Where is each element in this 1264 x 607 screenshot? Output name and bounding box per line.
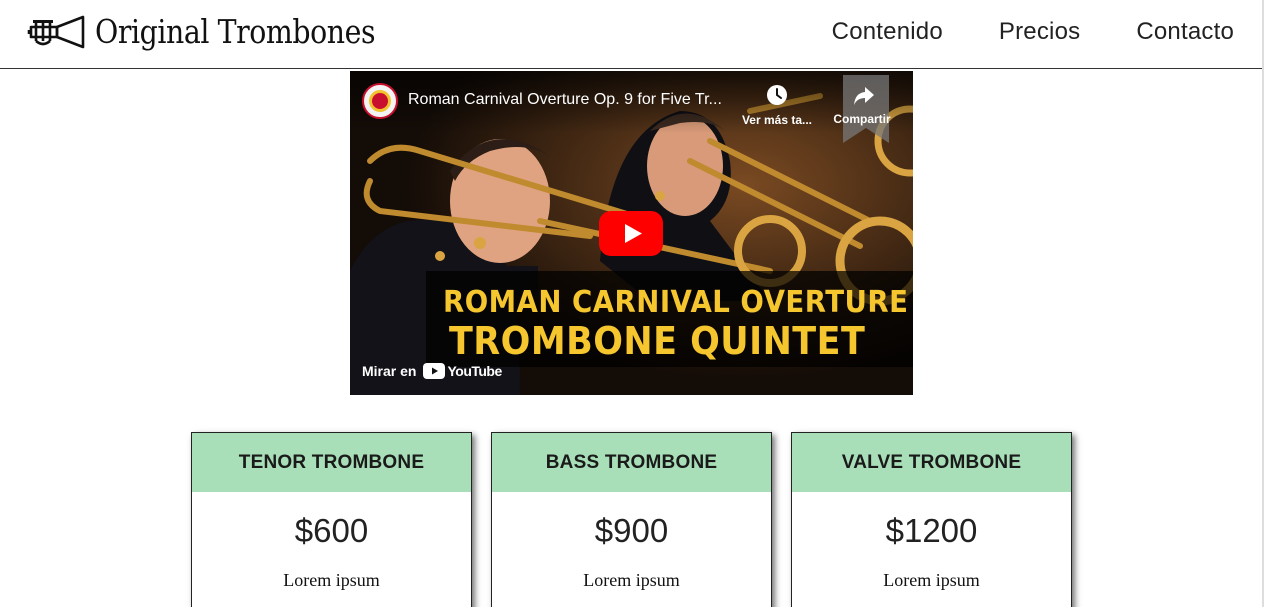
pricing-card-price: $600 [294, 512, 369, 549]
pricing-card-description: Lorem ipsum [583, 570, 680, 590]
video-embed[interactable]: Roman Carnival Overture Op. 9 for Five T… [350, 71, 913, 395]
watch-on-label: Mirar en [362, 363, 417, 379]
youtube-wordmark: YouTube [447, 363, 502, 379]
pricing-card-title: VALVE TROMBONE [792, 433, 1071, 492]
pricing-card-bass: BASS TROMBONE $900 Lorem ipsum [491, 432, 772, 607]
share-icon [854, 87, 874, 105]
pricing-card-title: BASS TROMBONE [492, 433, 771, 492]
watch-later-button[interactable]: Ver más ta... [738, 84, 816, 129]
pricing-card-price: $900 [594, 512, 669, 549]
brand-name: Original Trombones [95, 12, 376, 51]
clock-icon [767, 85, 787, 105]
pricing-card-tenor: TENOR TROMBONE $600 Lorem ipsum [191, 432, 472, 607]
video-overlay-title: ROMAN CARNIVAL OVERTURE [443, 285, 909, 320]
channel-avatar[interactable] [362, 83, 398, 119]
pricing-card-description: Lorem ipsum [283, 570, 380, 590]
watch-on-youtube[interactable]: Mirar en YouTube [350, 347, 550, 395]
trumpet-icon [27, 15, 85, 48]
watch-later-label: Ver más ta... [741, 113, 813, 127]
youtube-play-icon [423, 363, 446, 379]
nav-link-precios[interactable]: Precios [999, 18, 1080, 46]
pricing-card-price: $1200 [885, 512, 978, 549]
main-nav: Contenido Precios Contacto [832, 18, 1234, 46]
play-icon[interactable] [599, 211, 663, 256]
brand[interactable]: Original Trombones [27, 12, 421, 51]
youtube-logo: YouTube [423, 363, 502, 379]
nav-link-contenido[interactable]: Contenido [832, 18, 943, 46]
nav-link-contacto[interactable]: Contacto [1136, 18, 1234, 46]
share-label: Compartir [833, 112, 891, 126]
pricing-card-title: TENOR TROMBONE [192, 433, 471, 492]
video-title[interactable]: Roman Carnival Overture Op. 9 for Five T… [408, 91, 733, 109]
share-button[interactable]: Compartir [830, 75, 894, 147]
pricing-card-valve: VALVE TROMBONE $1200 Lorem ipsum [791, 432, 1072, 607]
site-header: Original Trombones Contenido Precios Con… [0, 0, 1264, 69]
pricing-card-description: Lorem ipsum [883, 570, 980, 590]
